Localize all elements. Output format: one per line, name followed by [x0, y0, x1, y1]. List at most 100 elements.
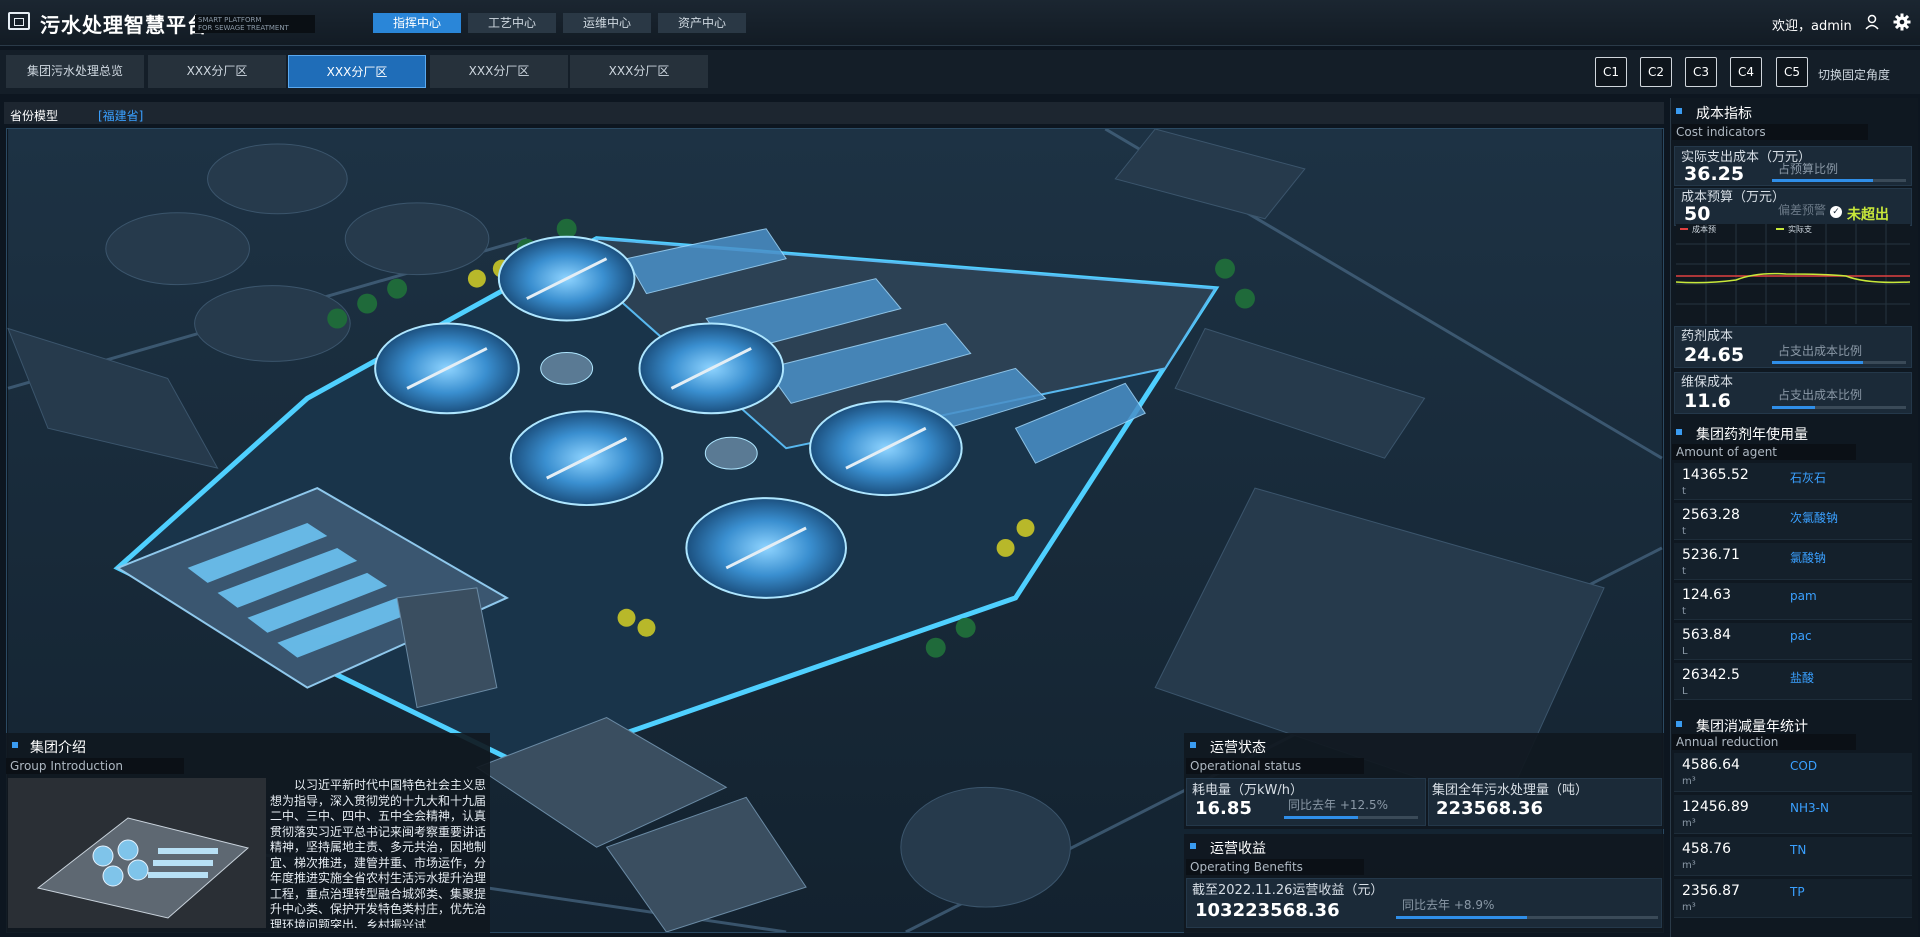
camera-c1-button[interactable]: C1	[1595, 57, 1627, 87]
agent-title: 集团药剂年使用量	[1696, 427, 1808, 443]
item-value: 563.84	[1682, 627, 1731, 643]
maint-cost-value: 11.6	[1684, 390, 1731, 412]
group-intro-subtitle: Group Introduction	[6, 758, 184, 774]
app-title: 污水处理智慧平台	[40, 13, 208, 37]
item-value: 2563.28	[1682, 507, 1740, 523]
check-circle-icon: ✓	[1830, 206, 1842, 218]
nav-tab-ops-center[interactable]: 运维中心	[563, 13, 651, 33]
item-unit: m³	[1682, 902, 1696, 913]
bullet-square-icon	[1676, 721, 1682, 727]
benefit-value: 103223568.36	[1195, 900, 1340, 921]
item-value: 2356.87	[1682, 883, 1740, 899]
tab-plant-1[interactable]: XXX分厂区	[148, 55, 286, 88]
nav-tab-command-center[interactable]: 指挥中心	[373, 13, 461, 33]
benefit-yoy-fill	[1396, 916, 1527, 919]
actual-cost-ratio-label: 占预算比例	[1778, 162, 1839, 176]
model-header	[4, 102, 1664, 124]
camera-switch-label: 切换固定角度	[1818, 68, 1891, 82]
camera-c4-button[interactable]: C4	[1730, 57, 1762, 87]
power-yoy: 同比去年 +12.5%	[1288, 798, 1388, 812]
power-value: 16.85	[1195, 798, 1252, 819]
item-name: NH3-N	[1790, 801, 1829, 815]
bullet-square-icon	[1676, 429, 1682, 435]
ops-status-title: 运营状态	[1210, 740, 1266, 756]
item-value: 14365.52	[1682, 467, 1749, 483]
legend-budget-label: 成本预	[1692, 224, 1716, 234]
chemical-cost-value: 24.65	[1684, 344, 1745, 366]
power-yoy-track	[1284, 816, 1418, 819]
bullet-square-icon	[1676, 108, 1682, 114]
welcome-text: 欢迎，admin	[1772, 19, 1852, 34]
item-name: TN	[1790, 843, 1807, 857]
cost-title: 成本指标	[1696, 106, 1752, 122]
item-value: 5236.71	[1682, 547, 1740, 563]
item-unit: t	[1682, 566, 1686, 577]
legend-budget-swatch	[1680, 228, 1688, 230]
item-unit: t	[1682, 606, 1686, 617]
actual-cost-value: 36.25	[1684, 163, 1745, 185]
province-selector[interactable]: [福建省]	[98, 107, 143, 124]
legend-actual-label: 实际支	[1788, 224, 1812, 234]
item-value: 26342.5	[1682, 667, 1740, 683]
app-subtitle: SMART PLATFORM FOR SEWAGE TREATMENT	[195, 15, 315, 33]
model-label: 省份模型	[10, 109, 59, 123]
reduction-title: 集团消减量年统计	[1696, 719, 1808, 735]
tab-plant-3[interactable]: XXX分厂区	[430, 55, 568, 88]
tab-plant-2[interactable]: XXX分厂区	[288, 55, 426, 88]
benefit-yoy: 同比去年 +8.9%	[1402, 898, 1495, 912]
item-name: 氯酸钠	[1790, 551, 1827, 565]
budget-status: 未超出	[1847, 207, 1889, 223]
monitor-logo-icon	[8, 12, 30, 30]
camera-c5-button[interactable]: C5	[1776, 57, 1808, 87]
actual-cost-track	[1772, 179, 1906, 182]
benefit-yoy-track	[1396, 916, 1658, 919]
maint-ratio-label: 占支出成本比例	[1778, 388, 1863, 402]
chemical-ratio-fill	[1772, 361, 1864, 364]
ops-status-subtitle: Operational status	[1186, 758, 1364, 774]
item-value: 4586.64	[1682, 757, 1740, 773]
nav-tab-process-center[interactable]: 工艺中心	[468, 13, 556, 33]
reduction-subtitle: Annual reduction	[1672, 734, 1856, 750]
maint-ratio-track	[1772, 406, 1906, 409]
sewage-value: 223568.36	[1436, 798, 1544, 819]
sewage-label: 集团全年污水处理量（吨）	[1432, 783, 1589, 798]
item-unit: L	[1682, 646, 1688, 657]
budget-value: 50	[1684, 203, 1711, 225]
tab-plant-4[interactable]: XXX分厂区	[570, 55, 708, 88]
group-intro-text: 以习近平新时代中国特色社会主义思想为指导，深入贯彻党的十九大和十九届二中、三中、…	[270, 778, 486, 928]
item-unit: m³	[1682, 818, 1696, 829]
item-name: 石灰石	[1790, 471, 1827, 485]
bullet-square-icon	[1190, 843, 1196, 849]
chemical-cost-label: 药剂成本	[1681, 329, 1734, 344]
item-name: TP	[1790, 885, 1805, 899]
item-value: 124.63	[1682, 587, 1731, 603]
chemical-ratio-track	[1772, 361, 1906, 364]
ops-benefit-title: 运营收益	[1210, 841, 1266, 857]
plant-thumbnail-image	[8, 778, 266, 928]
item-unit: m³	[1682, 860, 1696, 871]
item-name: COD	[1790, 759, 1818, 773]
bullet-square-icon	[1190, 742, 1196, 748]
tab-group-overview[interactable]: 集团污水处理总览	[6, 55, 144, 88]
budget-warning-label: 偏差预警	[1778, 203, 1827, 217]
item-value: 12456.89	[1682, 799, 1749, 815]
item-name: 盐酸	[1790, 671, 1815, 685]
user-icon[interactable]	[1864, 14, 1880, 30]
camera-c3-button[interactable]: C3	[1685, 57, 1717, 87]
bullet-square-icon	[12, 742, 18, 748]
nav-tab-asset-center[interactable]: 资产中心	[658, 13, 746, 33]
maint-ratio-fill	[1772, 406, 1815, 409]
maint-cost-label: 维保成本	[1681, 375, 1734, 390]
item-name: 次氯酸钠	[1790, 511, 1839, 525]
camera-c2-button[interactable]: C2	[1640, 57, 1672, 87]
chemical-ratio-label: 占支出成本比例	[1778, 344, 1863, 358]
ops-benefit-subtitle: Operating Benefits	[1186, 859, 1364, 875]
benefit-label: 截至2022.11.26运营收益（元）	[1192, 883, 1384, 898]
item-unit: t	[1682, 526, 1686, 537]
app-subtitle-line1: SMART PLATFORM	[198, 16, 262, 24]
gear-icon[interactable]	[1893, 13, 1911, 31]
item-name: pac	[1790, 629, 1812, 643]
cost-trend-chart: 成本预 实际支	[1676, 224, 1910, 324]
agent-subtitle: Amount of agent	[1672, 444, 1856, 460]
power-yoy-fill	[1284, 816, 1358, 819]
